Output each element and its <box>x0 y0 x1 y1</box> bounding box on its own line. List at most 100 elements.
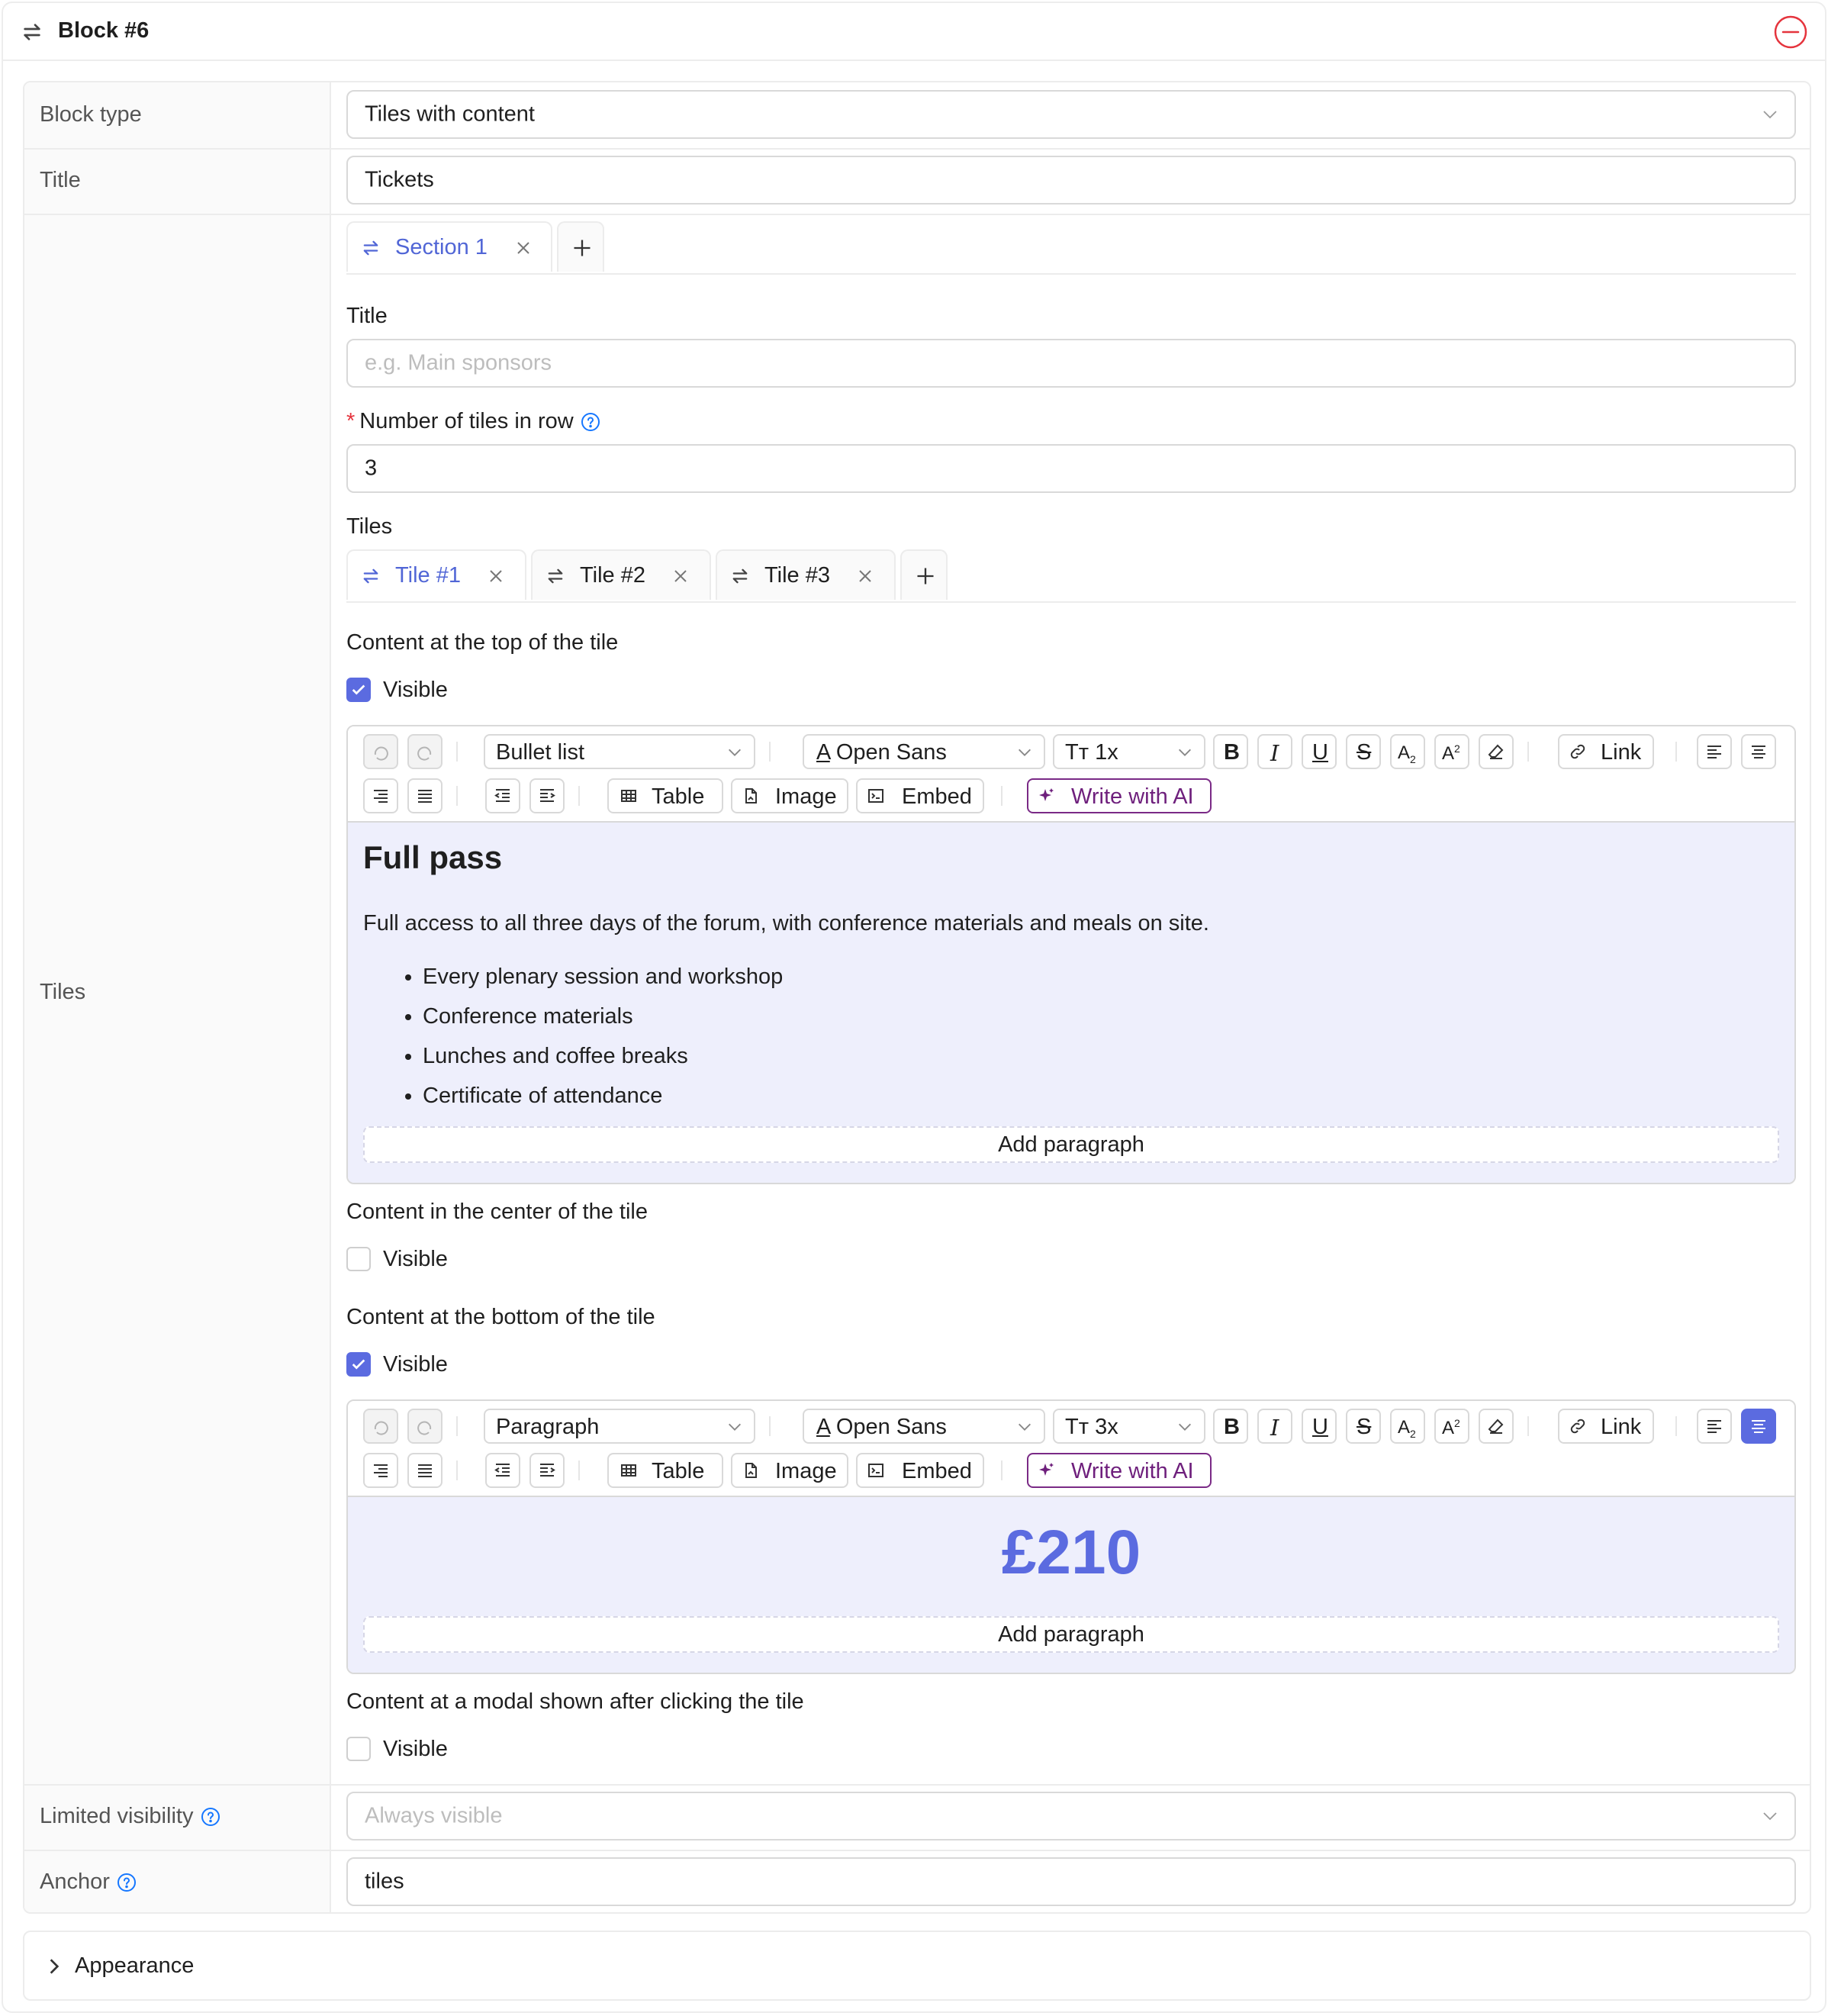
indent-button[interactable] <box>529 778 565 813</box>
superscript-button[interactable]: A2 <box>1434 1409 1469 1444</box>
image-button[interactable]: Image <box>731 1453 848 1488</box>
justify-button[interactable] <box>407 1453 443 1488</box>
add-section-button[interactable] <box>557 221 604 272</box>
drag-handle-icon[interactable] <box>729 565 751 587</box>
redo-button[interactable] <box>407 1409 443 1444</box>
write-with-ai-button[interactable]: Write with AI <box>1027 1453 1212 1488</box>
title-value: Tickets <box>365 167 434 192</box>
embed-button[interactable]: Embed <box>856 1453 984 1488</box>
tile-tabs: Tile #1 Tile #2 Tile #3 <box>346 549 1796 603</box>
underline-icon: U <box>1312 740 1328 765</box>
clear-format-button[interactable] <box>1479 734 1514 769</box>
list-item: Lunches and coffee breaks <box>423 1036 783 1076</box>
justify-button[interactable] <box>407 778 443 813</box>
image-button[interactable]: Image <box>731 778 848 813</box>
modal-visible-checkbox[interactable] <box>346 1737 371 1761</box>
tiles-in-row-label: * Number of tiles in row <box>346 409 601 434</box>
align-right-button[interactable] <box>363 1453 398 1488</box>
anchor-input[interactable]: tiles <box>346 1857 1796 1906</box>
tab-tile-2[interactable]: Tile #2 <box>531 549 711 600</box>
superscript-button[interactable]: A2 <box>1434 734 1469 769</box>
top-visible-label: Visible <box>383 678 448 702</box>
add-paragraph-button[interactable]: Add paragraph <box>363 1126 1779 1163</box>
align-right-icon <box>374 790 388 803</box>
underline-button[interactable]: U <box>1302 734 1337 769</box>
tab-tile-3[interactable]: Tile #3 <box>716 549 896 600</box>
indent-button[interactable] <box>529 1453 565 1488</box>
link-button[interactable]: Link <box>1558 1409 1654 1444</box>
drag-handle-icon[interactable] <box>360 565 381 587</box>
subscript-button[interactable]: A2 <box>1390 1409 1425 1444</box>
section-title-input[interactable]: e.g. Main sponsors <box>346 339 1796 388</box>
add-tile-button[interactable] <box>900 549 948 600</box>
italic-button[interactable]: I <box>1257 734 1292 769</box>
block-style-select[interactable]: Bullet list <box>484 734 755 769</box>
top-visible-checkbox[interactable] <box>346 678 371 702</box>
drag-handle-icon[interactable] <box>545 565 566 587</box>
bold-button[interactable]: B <box>1213 734 1248 769</box>
help-icon[interactable] <box>116 1872 137 1893</box>
tab-tile-1[interactable]: Tile #1 <box>346 549 526 600</box>
font-family-select[interactable]: A Open Sans <box>803 734 1045 769</box>
subscript-icon: A2 <box>1398 1417 1416 1440</box>
align-left-button[interactable] <box>1697 734 1732 769</box>
help-icon[interactable] <box>580 411 601 433</box>
outdent-button[interactable] <box>485 778 520 813</box>
editor-content[interactable]: Full pass Full access to all three days … <box>348 823 1794 1183</box>
section-title-label: Title <box>346 304 388 328</box>
help-icon[interactable] <box>200 1806 221 1828</box>
undo-icon <box>374 1421 388 1435</box>
strikethrough-button[interactable]: S <box>1346 1409 1381 1444</box>
limited-visibility-select[interactable]: Always visible <box>346 1792 1796 1840</box>
divider <box>1675 742 1677 762</box>
appearance-panel[interactable]: Appearance <box>23 1931 1811 2001</box>
italic-button[interactable]: I <box>1257 1409 1292 1444</box>
tiles-in-row-input[interactable]: 3 <box>346 444 1796 493</box>
font-size-select[interactable]: Tт 1x <box>1053 734 1205 769</box>
table-button[interactable]: Table <box>607 1453 723 1488</box>
close-icon[interactable] <box>856 567 874 585</box>
editor-content[interactable]: £210 Add paragraph <box>348 1497 1794 1673</box>
undo-button[interactable] <box>363 1409 398 1444</box>
close-icon[interactable] <box>514 239 533 257</box>
add-paragraph-button[interactable]: Add paragraph <box>363 1616 1779 1653</box>
drag-handle-icon[interactable] <box>20 20 44 44</box>
close-icon[interactable] <box>487 567 505 585</box>
align-right-button[interactable] <box>363 778 398 813</box>
align-center-button[interactable] <box>1741 1409 1776 1444</box>
outdent-button[interactable] <box>485 1453 520 1488</box>
list-item: Certificate of attendance <box>423 1076 783 1116</box>
tab-label: Tile #3 <box>764 563 830 588</box>
undo-button[interactable] <box>363 734 398 769</box>
strikethrough-button[interactable]: S <box>1346 734 1381 769</box>
write-with-ai-button[interactable]: Write with AI <box>1027 778 1212 813</box>
subscript-button[interactable]: A2 <box>1390 734 1425 769</box>
redo-button[interactable] <box>407 734 443 769</box>
block-style-select[interactable]: Paragraph <box>484 1409 755 1444</box>
close-icon[interactable] <box>671 567 690 585</box>
font-family-select[interactable]: A Open Sans <box>803 1409 1045 1444</box>
drag-handle-icon[interactable] <box>360 237 381 259</box>
appearance-label: Appearance <box>75 1953 195 1978</box>
bold-button[interactable]: B <box>1213 1409 1248 1444</box>
link-button[interactable]: Link <box>1558 734 1654 769</box>
clear-format-button[interactable] <box>1479 1409 1514 1444</box>
align-left-button[interactable] <box>1697 1409 1732 1444</box>
block-type-select[interactable]: Tiles with content <box>346 90 1796 139</box>
justify-icon <box>418 790 432 803</box>
block-type-value: Tiles with content <box>365 101 535 127</box>
divider <box>1001 1460 1003 1480</box>
title-input[interactable]: Tickets <box>346 156 1796 204</box>
embed-button[interactable]: Embed <box>856 778 984 813</box>
remove-block-icon[interactable] <box>1773 14 1808 50</box>
bottom-visible-checkbox[interactable] <box>346 1352 371 1377</box>
center-visible-checkbox[interactable] <box>346 1247 371 1271</box>
check-icon <box>352 1359 365 1370</box>
underline-button[interactable]: U <box>1302 1409 1337 1444</box>
strikethrough-icon: S <box>1357 1415 1372 1439</box>
align-left-icon <box>1707 746 1721 758</box>
tab-section-1[interactable]: Section 1 <box>346 221 552 272</box>
align-center-button[interactable] <box>1741 734 1776 769</box>
font-size-select[interactable]: Tт 3x <box>1053 1409 1205 1444</box>
table-button[interactable]: Table <box>607 778 723 813</box>
